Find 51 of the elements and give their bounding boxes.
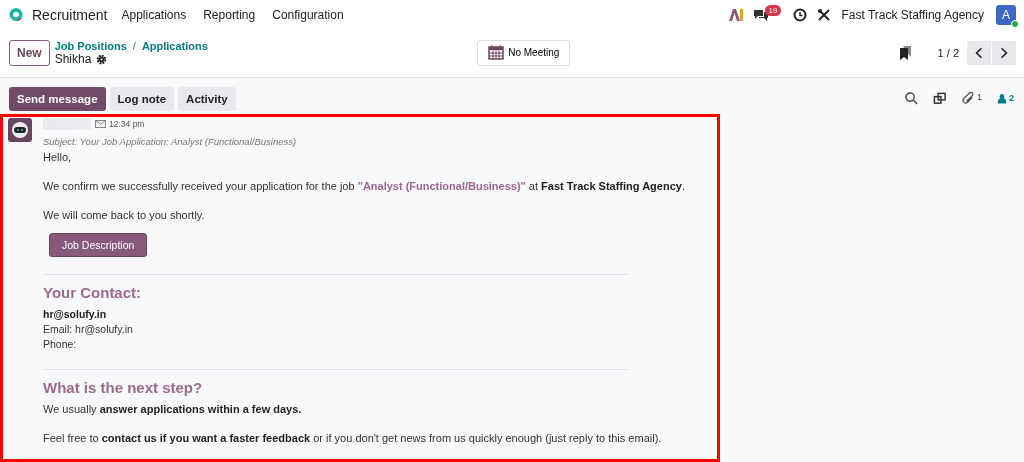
calendar-icon (488, 44, 505, 60)
follower-count: 2 (1009, 93, 1014, 103)
breadcrumb-link[interactable]: Applications (141, 40, 208, 52)
section-heading: Your Contact: (43, 284, 143, 301)
windows-icon[interactable] (932, 92, 947, 105)
attachment-count: 1 (976, 92, 982, 102)
user-avatar[interactable]: A (996, 4, 1016, 25)
next-button[interactable] (992, 41, 1016, 65)
envelope-icon (95, 120, 106, 128)
menu-item[interactable]: Reporting (203, 7, 256, 22)
message-paragraph: We usually answer applications within a few days. (43, 402, 303, 416)
breadcrumb-link[interactable]: Job Positions (54, 40, 127, 52)
pager-value: 1 / 2 (937, 47, 959, 59)
company-name[interactable]: Fast Track Staffing Agency (841, 7, 984, 22)
message-paragraph: Hello, (43, 150, 73, 164)
settings-icon[interactable] (96, 53, 108, 65)
menu-item[interactable]: Configuration (272, 7, 344, 22)
contact-line: hr@solufy.in (43, 307, 108, 322)
messages-icon[interactable] (752, 7, 769, 22)
new-button[interactable]: New (9, 40, 50, 66)
message-paragraph: We will come back to you shortly. (43, 208, 206, 222)
clock-icon[interactable] (793, 7, 808, 22)
section-heading: What is the next step? (43, 379, 204, 396)
online-status-icon (1011, 19, 1019, 28)
paperclip-icon[interactable] (961, 92, 975, 105)
chevron-left-icon (975, 47, 983, 59)
contact-line: Email: hr@solufy.in (43, 322, 134, 337)
message-time: 12:34 pm (109, 119, 145, 129)
job-description-button[interactable]: Job Description (49, 233, 148, 257)
message-subject: Subject: Your Job Application: Analyst (Functional/Business) (43, 136, 298, 148)
record-name: Shikha (54, 52, 92, 66)
message-count: 19 (764, 5, 782, 16)
chevron-right-icon (1000, 47, 1008, 59)
meeting-button[interactable]: No Meeting (477, 40, 571, 66)
bookmark-icon[interactable] (899, 46, 912, 60)
chatter-button[interactable]: Log note (109, 86, 175, 111)
app-name[interactable]: Recruitment (32, 6, 108, 23)
chatter-button[interactable]: Send message (9, 86, 106, 111)
ai-icon[interactable] (728, 8, 743, 21)
author-avatar (8, 118, 32, 142)
follower-icon[interactable] (997, 93, 1007, 104)
menu-item[interactable]: Applications (121, 7, 187, 22)
breadcrumb-separator: / (132, 40, 136, 52)
message-paragraph: We confirm we successfully received your application for the job "Analyst (Functional/Business)" at Fast Track Staffing Agency. (43, 179, 685, 193)
search-icon[interactable] (904, 92, 918, 105)
blurred-author-name (43, 118, 91, 130)
previous-button[interactable] (967, 41, 991, 65)
contact-line: Phone: (43, 337, 78, 352)
message-paragraph: Feel free to contact us if you want a faster feedback or if you don't get news from us quickly enough (just reply to this email). (43, 431, 663, 445)
app-logo-icon[interactable] (8, 6, 24, 23)
chatter-button[interactable]: Activity (178, 86, 236, 111)
